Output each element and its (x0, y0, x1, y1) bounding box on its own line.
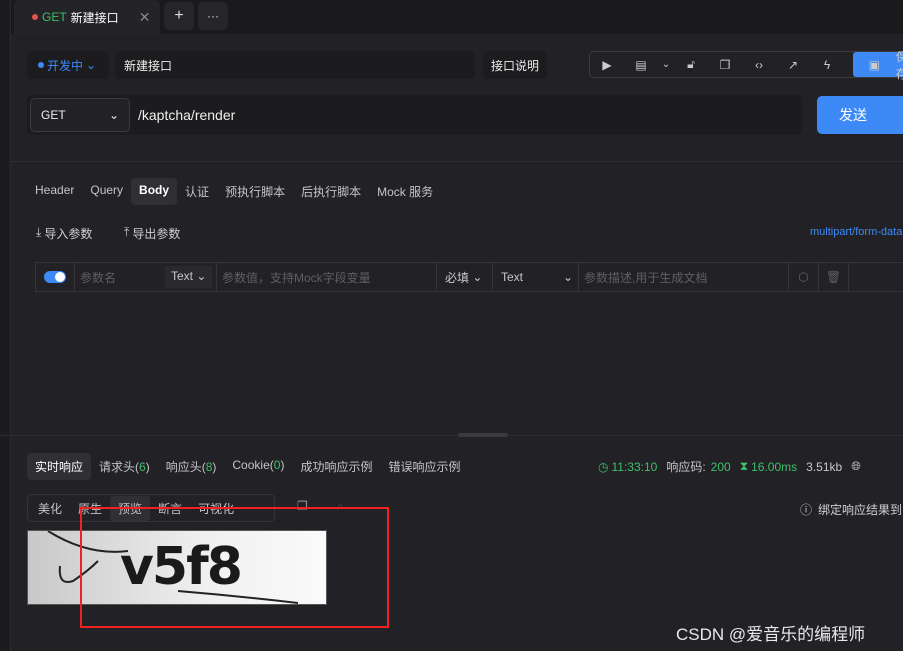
tab-success-example[interactable]: 成功响应示例 (292, 453, 380, 480)
request-tab[interactable]: GET 新建接口 ✕ (14, 0, 160, 34)
bind-result-label: 绑定响应结果到 (818, 503, 903, 517)
param-value-input[interactable]: 参数值，支持Mock字段变量 (217, 263, 437, 291)
enable-toggle[interactable] (36, 263, 75, 291)
export-icon: ⤒ (124, 225, 130, 239)
highlight-annotation (80, 507, 389, 628)
save-icon: ▣ (868, 57, 880, 72)
tab-error-example[interactable]: 错误响应示例 (380, 453, 468, 480)
chevron-down-icon: ⌄ (86, 58, 97, 72)
api-name-input[interactable]: 新建接口 (115, 51, 475, 79)
close-icon[interactable]: ✕ (139, 9, 151, 26)
response-time: 11:33:10 (611, 459, 658, 474)
tab-cookie[interactable]: Cookie(0) (224, 453, 292, 480)
tab-request-headers[interactable]: 请求头(6) (91, 453, 158, 480)
tab-pretty[interactable]: 美化 (30, 496, 70, 521)
param-row: 参数名 Text ⌄ 参数值，支持Mock字段变量 必填 ⌄ Text ⌄ 参数描… (35, 262, 903, 292)
url-input[interactable]: /kaptcha/render (138, 107, 235, 123)
save-label: 保存 (895, 49, 903, 81)
left-sidebar-edge (0, 0, 11, 651)
tab-header[interactable]: Header (27, 178, 82, 205)
run-icon[interactable]: ▶ (590, 58, 624, 72)
tab-auth[interactable]: 认证 (177, 178, 217, 205)
mock-cube-icon[interactable]: ⬡ (789, 263, 819, 291)
tab-mock[interactable]: Mock 服务 (369, 178, 441, 205)
tab-pre-script[interactable]: 预执行脚本 (217, 178, 293, 205)
param-desc-input[interactable]: 参数描述,用于生成文档 (579, 263, 789, 291)
save-button[interactable]: ▣ 保存 (853, 50, 903, 81)
tab-realtime-response[interactable]: 实时响应 (27, 453, 92, 480)
export-label: 导出参数 (132, 227, 181, 241)
globe-icon[interactable]: 🌐︎ (851, 459, 861, 474)
import-icon: ⤓ (36, 225, 42, 239)
request-tabs: Header Query Body 认证 预执行脚本 后执行脚本 Mock 服务 (27, 178, 441, 205)
status-code: 200 (710, 459, 731, 474)
tab-post-script[interactable]: 后执行脚本 (293, 178, 369, 205)
flash-icon[interactable]: ϟ (810, 58, 844, 72)
help-icon: ⓘ (800, 503, 813, 517)
api-doc-button[interactable]: 接口说明 (483, 51, 547, 79)
import-label: 导入参数 (44, 227, 93, 241)
hourglass-icon: ⧗ (739, 459, 749, 473)
clock-icon: ◷ (598, 459, 609, 474)
add-tab-button[interactable]: + (164, 2, 194, 30)
param-type-select[interactable]: Text ⌄ (165, 266, 213, 288)
status-select[interactable]: 开发中 ⌄ (27, 51, 109, 79)
required-select[interactable]: 必填 ⌄ (437, 263, 493, 291)
trash-icon[interactable]: 🗑︎ (819, 263, 849, 291)
send-button[interactable]: 发送 (817, 96, 903, 134)
status-label: 开发中 (47, 58, 84, 73)
response-tabs: 实时响应 请求头(6) 响应头(8) Cookie(0) 成功响应示例 错误响应… (27, 453, 468, 480)
unsaved-dot-icon (32, 14, 38, 20)
content-type-link[interactable]: multipart/form-data (810, 226, 902, 238)
response-size: 3.51kb (806, 459, 843, 474)
chevron-down-icon: ⌄ (108, 108, 119, 122)
method-select[interactable]: GET ⌄ (30, 98, 130, 132)
value-type-select[interactable]: Text ⌄ (493, 263, 579, 291)
code-icon[interactable]: ‹› (742, 58, 776, 72)
watermark: CSDN @爱音乐的编程师 (676, 625, 866, 644)
tab-method: GET (42, 10, 67, 24)
toolbar: ▶ ▤ ⌄ 🔓︎ ❐ ‹› ↗ ϟ ▣ 保存 (589, 50, 903, 81)
export-params-button[interactable]: ⤒ 导出参数 (124, 225, 180, 242)
more-button[interactable]: ··· (198, 2, 228, 30)
response-meta: ◷ 11:33:10 响应码: 200 ⧗ 16.00ms 3.51kb 🌐︎ (598, 458, 861, 475)
copy-icon[interactable]: ❐ (708, 58, 742, 72)
tab-query[interactable]: Query (82, 178, 131, 205)
resize-handle[interactable] (458, 433, 508, 437)
divider (11, 161, 903, 162)
doc-icon[interactable]: ▤ (624, 58, 658, 72)
split-divider (0, 435, 903, 436)
code-label: 响应码: (666, 460, 706, 474)
method-value: GET (41, 108, 66, 122)
share-icon[interactable]: ↗ (776, 58, 810, 72)
url-bar: GET ⌄ /kaptcha/render (27, 95, 802, 135)
status-dot-icon (38, 62, 44, 68)
tab-response-headers[interactable]: 响应头(8) (158, 453, 225, 480)
tab-body[interactable]: Body (131, 178, 178, 205)
duration: 16.00ms (751, 459, 798, 474)
tab-title: 新建接口 (70, 10, 119, 25)
import-params-button[interactable]: ⤓ 导入参数 (36, 225, 92, 242)
bind-result-button[interactable]: ⓘ 绑定响应结果到 (800, 501, 902, 518)
param-name-input[interactable]: 参数名 Text ⌄ (75, 263, 217, 291)
chevron-down-icon[interactable]: ⌄ (658, 59, 674, 70)
unlock-icon[interactable]: 🔓︎ (674, 57, 708, 72)
